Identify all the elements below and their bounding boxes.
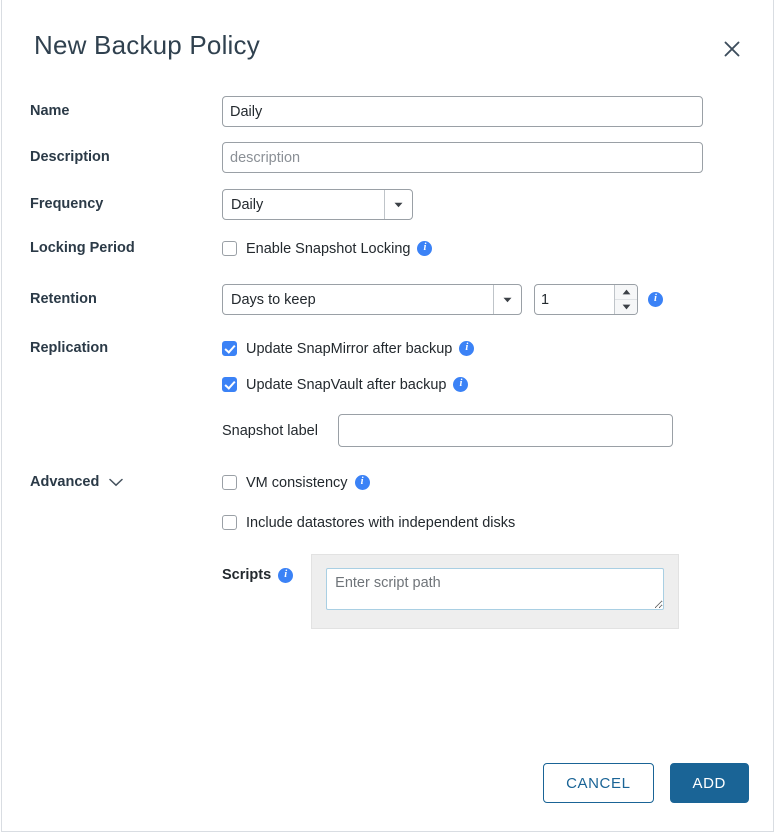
form-row-locking-period: Locking Period Enable Snapshot Locking i	[2, 235, 773, 262]
form-row-name: Name	[2, 96, 773, 127]
close-button[interactable]	[715, 32, 749, 66]
triangle-down-icon	[622, 304, 631, 310]
stepper-decrement-button[interactable]	[615, 300, 637, 314]
locking-period-field-col: Enable Snapshot Locking i	[222, 235, 773, 262]
advanced-toggle[interactable]: Advanced	[30, 475, 123, 490]
retention-field-col: Days to keep	[222, 284, 773, 315]
add-button[interactable]: ADD	[670, 763, 749, 803]
info-icon[interactable]: i	[453, 377, 468, 392]
retention-label: Retention	[2, 284, 222, 307]
script-path-textarea[interactable]	[326, 568, 664, 610]
info-icon[interactable]: i	[355, 475, 370, 490]
description-field-col	[222, 142, 773, 173]
chevron-down-icon	[493, 285, 521, 314]
name-input[interactable]	[222, 96, 703, 127]
form-row-frequency: Frequency Daily	[2, 189, 773, 220]
name-label: Name	[2, 96, 222, 119]
update-snapmirror-row: Update SnapMirror after backup i	[222, 335, 773, 362]
stepper-increment-button[interactable]	[615, 285, 637, 300]
enable-snapshot-locking-label: Enable Snapshot Locking	[246, 241, 410, 257]
form-row-description: Description	[2, 142, 773, 173]
form-body: Name Description Frequency Daily	[2, 96, 773, 629]
update-snapvault-row: Update SnapVault after backup i	[222, 371, 773, 398]
retention-unit-value: Days to keep	[223, 285, 493, 314]
advanced-label-col: Advanced	[2, 469, 222, 490]
update-snapmirror-checkbox[interactable]	[222, 341, 237, 356]
update-snapvault-checkbox[interactable]	[222, 377, 237, 392]
cancel-button[interactable]: CANCEL	[543, 763, 653, 803]
info-icon[interactable]: i	[459, 341, 474, 356]
dialog-header: New Backup Policy	[2, 0, 773, 96]
chevron-down-icon	[109, 478, 123, 487]
snapshot-label-input[interactable]	[338, 414, 673, 447]
scripts-panel	[311, 554, 679, 629]
description-label: Description	[2, 142, 222, 165]
frequency-selected-value: Daily	[223, 190, 384, 219]
close-icon	[722, 39, 742, 59]
form-row-advanced: Advanced VM consistency i Include	[2, 469, 773, 629]
chevron-down-icon	[384, 190, 412, 219]
update-snapmirror-label: Update SnapMirror after backup	[246, 341, 452, 357]
vm-consistency-checkbox[interactable]	[222, 475, 237, 490]
form-row-retention: Retention Days to keep	[2, 284, 773, 315]
retention-count-stepper[interactable]	[534, 284, 638, 315]
vm-consistency-label: VM consistency	[246, 475, 348, 491]
enable-snapshot-locking-checkbox[interactable]	[222, 241, 237, 256]
info-icon[interactable]: i	[648, 292, 663, 307]
retention-unit-select[interactable]: Days to keep	[222, 284, 522, 315]
stepper-arrows	[614, 285, 637, 314]
vm-consistency-row: VM consistency i	[222, 469, 773, 496]
replication-field-col: Update SnapMirror after backup i Update …	[222, 335, 773, 447]
advanced-label: Advanced	[30, 475, 99, 490]
scripts-label: Scripts	[222, 554, 271, 583]
replication-label: Replication	[2, 335, 222, 356]
frequency-field-col: Daily	[222, 189, 773, 220]
advanced-field-col: VM consistency i Include datastores with…	[222, 469, 773, 629]
snapshot-label-label: Snapshot label	[222, 423, 318, 439]
enable-snapshot-locking-row: Enable Snapshot Locking i	[222, 235, 773, 262]
info-icon[interactable]: i	[417, 241, 432, 256]
locking-period-label: Locking Period	[2, 235, 222, 256]
form-row-replication: Replication Update SnapMirror after back…	[2, 335, 773, 447]
name-field-col	[222, 96, 773, 127]
dialog-footer: CANCEL ADD	[2, 763, 773, 803]
include-datastores-row: Include datastores with independent disk…	[222, 509, 773, 536]
info-icon[interactable]: i	[278, 568, 293, 583]
update-snapvault-label: Update SnapVault after backup	[246, 377, 446, 393]
page-title: New Backup Policy	[34, 30, 260, 61]
new-backup-policy-dialog: New Backup Policy Name Description	[1, 0, 774, 832]
retention-count-input[interactable]	[535, 285, 614, 314]
include-datastores-label: Include datastores with independent disk…	[246, 515, 515, 531]
frequency-select[interactable]: Daily	[222, 189, 413, 220]
include-datastores-checkbox[interactable]	[222, 515, 237, 530]
frequency-label: Frequency	[2, 189, 222, 212]
triangle-up-icon	[622, 289, 631, 295]
description-input[interactable]	[222, 142, 703, 173]
